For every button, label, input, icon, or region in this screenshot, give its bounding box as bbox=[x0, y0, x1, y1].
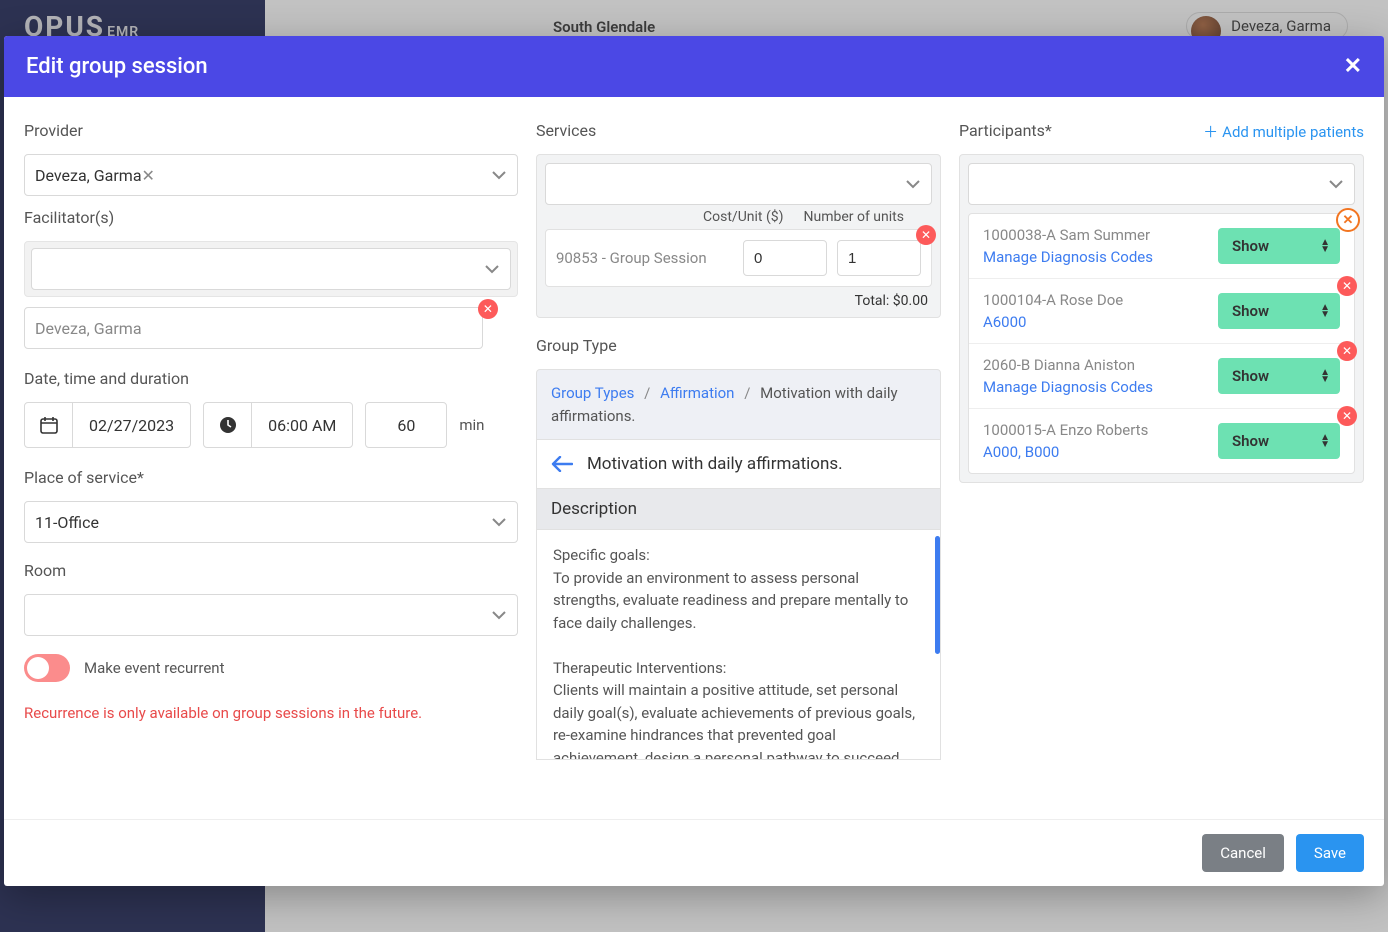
participant-name: 1000038-A Sam Summer bbox=[983, 226, 1208, 244]
service-row: 90853 - Group Session ✕ bbox=[545, 229, 932, 287]
goals-body: To provide an environment to assess pers… bbox=[553, 567, 924, 635]
calendar-icon bbox=[25, 403, 73, 447]
group-type-block: Group Types / Affirmation / Motivation w… bbox=[536, 369, 941, 760]
ther-head: Therapeutic Interventions: bbox=[553, 657, 924, 680]
manage-codes-link[interactable]: Manage Diagnosis Codes bbox=[983, 378, 1208, 396]
room-label: Room bbox=[24, 561, 518, 580]
group-type-subtitle: Motivation with daily affirmations. bbox=[536, 440, 941, 489]
facilitator-select-wrap bbox=[24, 241, 518, 297]
breadcrumb-root[interactable]: Group Types bbox=[551, 384, 634, 402]
participant-row: 1000038-A Sam Summer Manage Diagnosis Co… bbox=[969, 214, 1354, 279]
diagnosis-codes-link[interactable]: A000, B000 bbox=[983, 443, 1208, 461]
chevron-down-icon bbox=[491, 607, 507, 623]
plus-icon: ＋ bbox=[1203, 121, 1218, 142]
remove-participant-icon[interactable]: ✕ bbox=[1336, 208, 1360, 232]
chevron-down-icon bbox=[491, 167, 507, 183]
ther-body: Clients will maintain a positive attitud… bbox=[553, 679, 924, 760]
chevron-down-icon bbox=[905, 176, 921, 192]
chevron-down-icon bbox=[1328, 176, 1344, 192]
duration-input[interactable]: 60 bbox=[365, 402, 447, 448]
services-total: Total: $0.00 bbox=[545, 287, 932, 309]
facilitator-select[interactable] bbox=[31, 248, 511, 290]
chevron-down-icon bbox=[491, 514, 507, 530]
column-left: Provider Deveza, Garma ✕ Facilitator(s) … bbox=[24, 121, 518, 809]
show-dropdown[interactable]: Show▲▼ bbox=[1218, 358, 1340, 394]
units-header: Number of units bbox=[804, 209, 904, 225]
participant-row: 2060-B Dianna Aniston Manage Diagnosis C… bbox=[969, 344, 1354, 409]
remove-facilitator-icon[interactable]: ✕ bbox=[478, 299, 498, 319]
services-select[interactable] bbox=[545, 163, 932, 205]
provider-select[interactable]: Deveza, Garma ✕ bbox=[24, 154, 518, 196]
add-multiple-patients-link[interactable]: ＋ Add multiple patients bbox=[1203, 121, 1364, 142]
remove-service-icon[interactable]: ✕ bbox=[916, 225, 936, 245]
participant-row: 1000015-A Enzo Roberts A000, B000 Show▲▼… bbox=[969, 409, 1354, 473]
column-right: Participants* ＋ Add multiple patients 10… bbox=[959, 121, 1364, 809]
edit-group-session-modal: Edit group session ✕ Provider Deveza, Ga… bbox=[4, 36, 1384, 886]
participants-label: Participants* bbox=[959, 121, 1052, 140]
recurrent-label: Make event recurrent bbox=[84, 659, 224, 677]
clock-icon bbox=[204, 403, 252, 447]
services-card: Cost/Unit ($) Number of units 90853 - Gr… bbox=[536, 154, 941, 318]
dt-row: 02/27/2023 06:00 AM 60 min bbox=[24, 402, 518, 448]
close-icon[interactable]: ✕ bbox=[1344, 54, 1362, 79]
facilitator-label: Facilitator(s) bbox=[24, 208, 518, 227]
participant-name: 2060-B Dianna Aniston bbox=[983, 356, 1208, 374]
participant-name: 1000104-A Rose Doe bbox=[983, 291, 1208, 309]
description-header: Description bbox=[536, 489, 941, 530]
manage-codes-link[interactable]: Manage Diagnosis Codes bbox=[983, 248, 1208, 266]
modal-footer: Cancel Save bbox=[4, 819, 1384, 886]
group-type-label: Group Type bbox=[536, 336, 941, 355]
cancel-button[interactable]: Cancel bbox=[1202, 834, 1284, 872]
dt-label: Date, time and duration bbox=[24, 369, 518, 388]
location-label: South Glendale bbox=[553, 18, 655, 36]
remove-participant-icon[interactable]: ✕ bbox=[1337, 406, 1357, 426]
clear-icon[interactable]: ✕ bbox=[142, 166, 155, 185]
breadcrumb-cat[interactable]: Affirmation bbox=[660, 384, 734, 402]
pos-label: Place of service* bbox=[24, 468, 518, 487]
modal-header: Edit group session ✕ bbox=[4, 36, 1384, 97]
participant-row: 1000104-A Rose Doe A6000 Show▲▼ ✕ bbox=[969, 279, 1354, 344]
room-select[interactable] bbox=[24, 594, 518, 636]
time-input[interactable]: 06:00 AM bbox=[203, 402, 353, 448]
remove-participant-icon[interactable]: ✕ bbox=[1337, 341, 1357, 361]
show-dropdown[interactable]: Show▲▼ bbox=[1218, 228, 1340, 264]
goals-head: Specific goals: bbox=[553, 544, 924, 567]
diagnosis-codes-link[interactable]: A6000 bbox=[983, 313, 1208, 331]
save-button[interactable]: Save bbox=[1296, 834, 1364, 872]
provider-label: Provider bbox=[24, 121, 518, 140]
description-body: Specific goals: To provide an environmen… bbox=[536, 530, 941, 760]
date-input[interactable]: 02/27/2023 bbox=[24, 402, 191, 448]
show-dropdown[interactable]: Show▲▼ bbox=[1218, 293, 1340, 329]
recurrent-toggle[interactable] bbox=[24, 654, 70, 682]
min-label: min bbox=[459, 416, 484, 434]
modal-title: Edit group session bbox=[26, 54, 208, 79]
cost-header: Cost/Unit ($) bbox=[703, 209, 783, 225]
units-input[interactable] bbox=[837, 240, 921, 276]
participants-list: 1000038-A Sam Summer Manage Diagnosis Co… bbox=[968, 213, 1355, 474]
participants-select[interactable] bbox=[968, 163, 1355, 205]
service-name: 90853 - Group Session bbox=[556, 249, 733, 267]
chevron-down-icon bbox=[484, 261, 500, 277]
recurrent-warning: Recurrence is only available on group se… bbox=[24, 704, 518, 722]
show-dropdown[interactable]: Show▲▼ bbox=[1218, 423, 1340, 459]
column-middle: Services Cost/Unit ($) Number of units 9… bbox=[536, 121, 941, 809]
facilitator-tag: Deveza, Garma ✕ bbox=[24, 307, 518, 349]
participant-name: 1000015-A Enzo Roberts bbox=[983, 421, 1208, 439]
pos-select[interactable]: 11-Office bbox=[24, 501, 518, 543]
facilitator-tag-name: Deveza, Garma bbox=[24, 307, 483, 349]
group-type-breadcrumb: Group Types / Affirmation / Motivation w… bbox=[536, 369, 941, 440]
services-label: Services bbox=[536, 121, 941, 140]
back-arrow-icon[interactable] bbox=[551, 456, 573, 472]
remove-participant-icon[interactable]: ✕ bbox=[1337, 276, 1357, 296]
participants-card: 1000038-A Sam Summer Manage Diagnosis Co… bbox=[959, 154, 1364, 483]
cost-input[interactable] bbox=[743, 240, 827, 276]
